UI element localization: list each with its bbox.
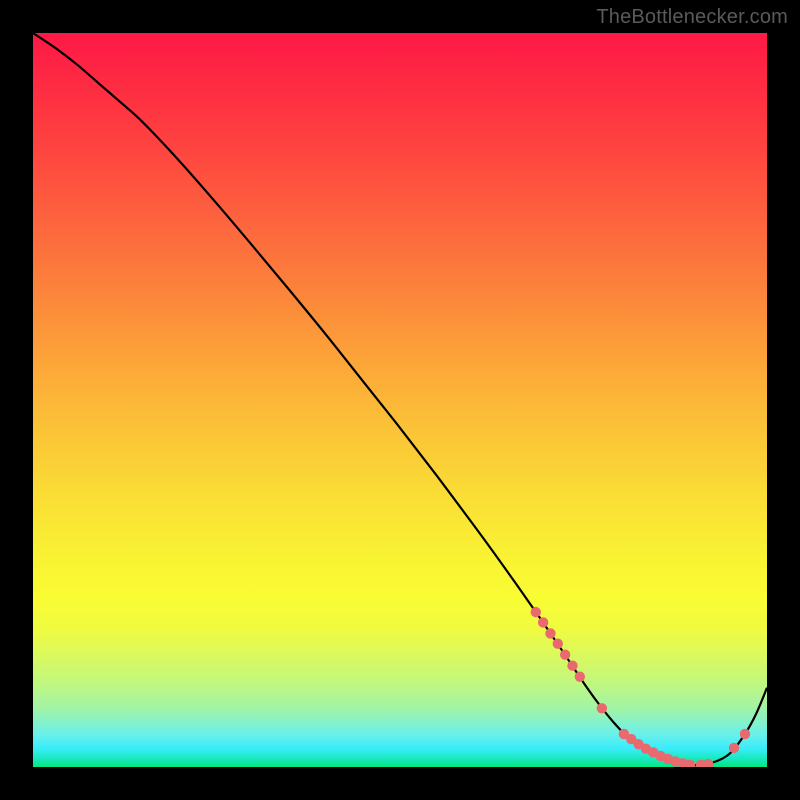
highlight-point [575, 672, 585, 682]
gradient-background [33, 33, 767, 767]
watermark-text: TheBottlenecker.com [596, 6, 788, 29]
chart-svg [33, 33, 767, 767]
plot-area [33, 33, 767, 767]
highlight-point [567, 661, 577, 671]
highlight-point [531, 607, 541, 617]
highlight-point [538, 617, 548, 627]
highlight-point [553, 638, 563, 648]
chart-frame: TheBottlenecker.com [0, 0, 800, 800]
highlight-point [597, 703, 607, 713]
highlight-point [740, 729, 750, 739]
highlight-point [545, 628, 555, 638]
highlight-point [729, 743, 739, 753]
highlight-point [560, 649, 570, 659]
